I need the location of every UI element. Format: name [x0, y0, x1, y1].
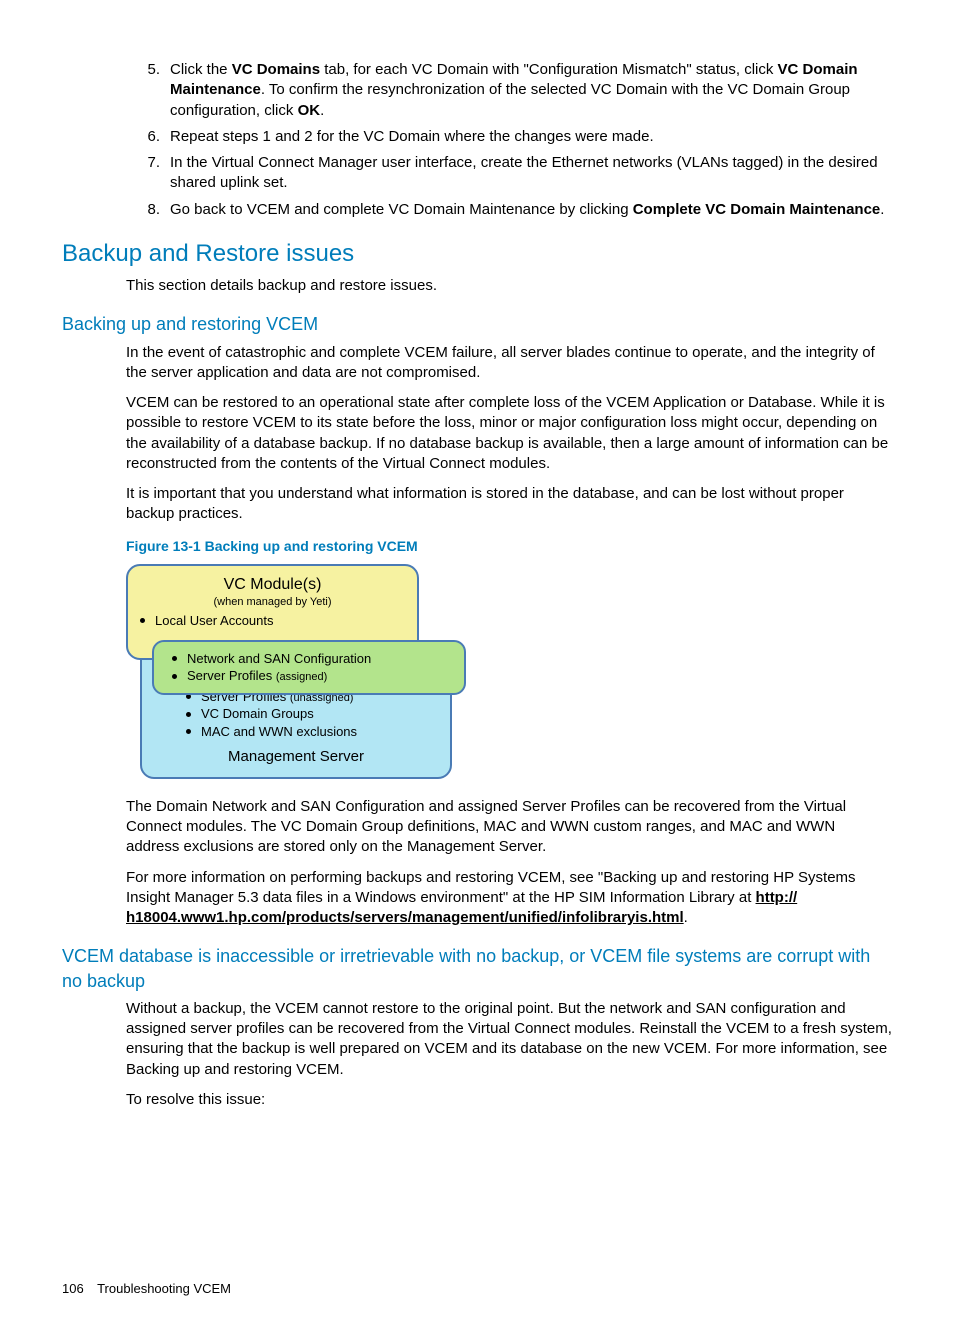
diagram-bullet: Local User Accounts — [140, 612, 405, 630]
text: Network and SAN Configuration — [187, 650, 371, 668]
paragraph: For more information on performing backu… — [126, 868, 892, 929]
subsection-body: In the event of catastrophic and complet… — [126, 343, 892, 525]
figure-diagram: VC Module(s) (when managed by Yeti) Loca… — [126, 564, 446, 779]
text: tab, for each VC Domain with "Configurat… — [320, 61, 778, 78]
page-footer: 106 Troubleshooting VCEM — [62, 1280, 892, 1298]
numbered-list: 5. Click the VC Domains tab, for each VC… — [132, 60, 892, 220]
external-link[interactable]: h18004.www1.hp.com/products/servers/mana… — [126, 909, 684, 926]
text: Go back to VCEM and complete VC Domain M… — [170, 201, 633, 218]
text-small: (assigned) — [276, 671, 327, 683]
text: . — [320, 102, 324, 119]
bold: Complete VC Domain Maintenance — [633, 201, 881, 218]
bullet-icon — [186, 729, 191, 734]
list-number: 7. — [132, 153, 160, 194]
figure-caption: Figure 13-1 Backing up and restoring VCE… — [126, 537, 892, 556]
diagram-bullet: VC Domain Groups — [186, 705, 438, 723]
bullet-icon — [140, 618, 145, 623]
list-number: 6. — [132, 127, 160, 147]
diagram-title: VC Module(s) — [140, 574, 405, 596]
list-item-5: 5. Click the VC Domains tab, for each VC… — [132, 60, 892, 121]
bold: OK — [298, 102, 321, 119]
diagram-bullet: Network and SAN Configuration — [172, 650, 452, 668]
subsection-body: Without a backup, the VCEM cannot restor… — [126, 999, 892, 1110]
paragraph: In the event of catastrophic and complet… — [126, 343, 892, 384]
paragraph: VCEM can be restored to an operational s… — [126, 393, 892, 474]
list-item-7: 7. In the Virtual Connect Manager user i… — [132, 153, 892, 194]
text: . — [880, 201, 884, 218]
paragraph: Without a backup, the VCEM cannot restor… — [126, 999, 892, 1080]
text: Click the — [170, 61, 232, 78]
text: MAC and WWN exclusions — [201, 723, 357, 741]
page-number: 106 — [62, 1280, 84, 1298]
cross-reference-link[interactable]: Backing up and restoring VCEM — [126, 1061, 339, 1078]
list-item-8: 8. Go back to VCEM and complete VC Domai… — [132, 200, 892, 220]
text: . — [684, 909, 688, 926]
paragraph: The Domain Network and SAN Configuration… — [126, 797, 892, 858]
paragraph: It is important that you understand what… — [126, 484, 892, 525]
list-body: Click the VC Domains tab, for each VC Do… — [170, 60, 892, 121]
diagram-box-overlap: Network and SAN Configuration Server Pro… — [152, 640, 466, 695]
text: For more information on performing backu… — [126, 869, 856, 906]
text: Server Profiles — [187, 668, 276, 683]
list-number: 5. — [132, 60, 160, 121]
list-body: In the Virtual Connect Manager user inte… — [170, 153, 892, 194]
section-heading-backup-restore: Backup and Restore issues — [62, 238, 892, 270]
list-item-6: 6. Repeat steps 1 and 2 for the VC Domai… — [132, 127, 892, 147]
bullet-icon — [186, 712, 191, 717]
section-intro: This section details backup and restore … — [126, 276, 892, 296]
diagram-bullet: MAC and WWN exclusions — [186, 723, 438, 741]
diagram-subtitle: (when managed by Yeti) — [140, 595, 405, 610]
diagram-title: Management Server — [154, 747, 438, 767]
diagram-bullet: Server Profiles (assigned) — [172, 667, 452, 685]
external-link[interactable]: http:// — [756, 889, 798, 906]
bullet-icon — [172, 656, 177, 661]
list-body: Go back to VCEM and complete VC Domain M… — [170, 200, 892, 220]
footer-section-title: Troubleshooting VCEM — [97, 1281, 231, 1296]
text: Local User Accounts — [155, 612, 274, 630]
list-body: Repeat steps 1 and 2 for the VC Domain w… — [170, 127, 892, 147]
after-figure-body: The Domain Network and SAN Configuration… — [126, 797, 892, 929]
text: . To confirm the resynchronization of th… — [170, 81, 850, 118]
paragraph: To resolve this issue: — [126, 1090, 892, 1110]
bold: VC Domains — [232, 61, 320, 78]
subsection-heading-backing-up: Backing up and restoring VCEM — [62, 312, 892, 336]
bullet-icon — [172, 674, 177, 679]
list-number: 8. — [132, 200, 160, 220]
text: Without a backup, the VCEM cannot restor… — [126, 1000, 892, 1058]
subsection-heading-db-inaccessible: VCEM database is inaccessible or irretri… — [62, 944, 892, 993]
text: VC Domain Groups — [201, 705, 314, 723]
text: . — [339, 1061, 343, 1078]
